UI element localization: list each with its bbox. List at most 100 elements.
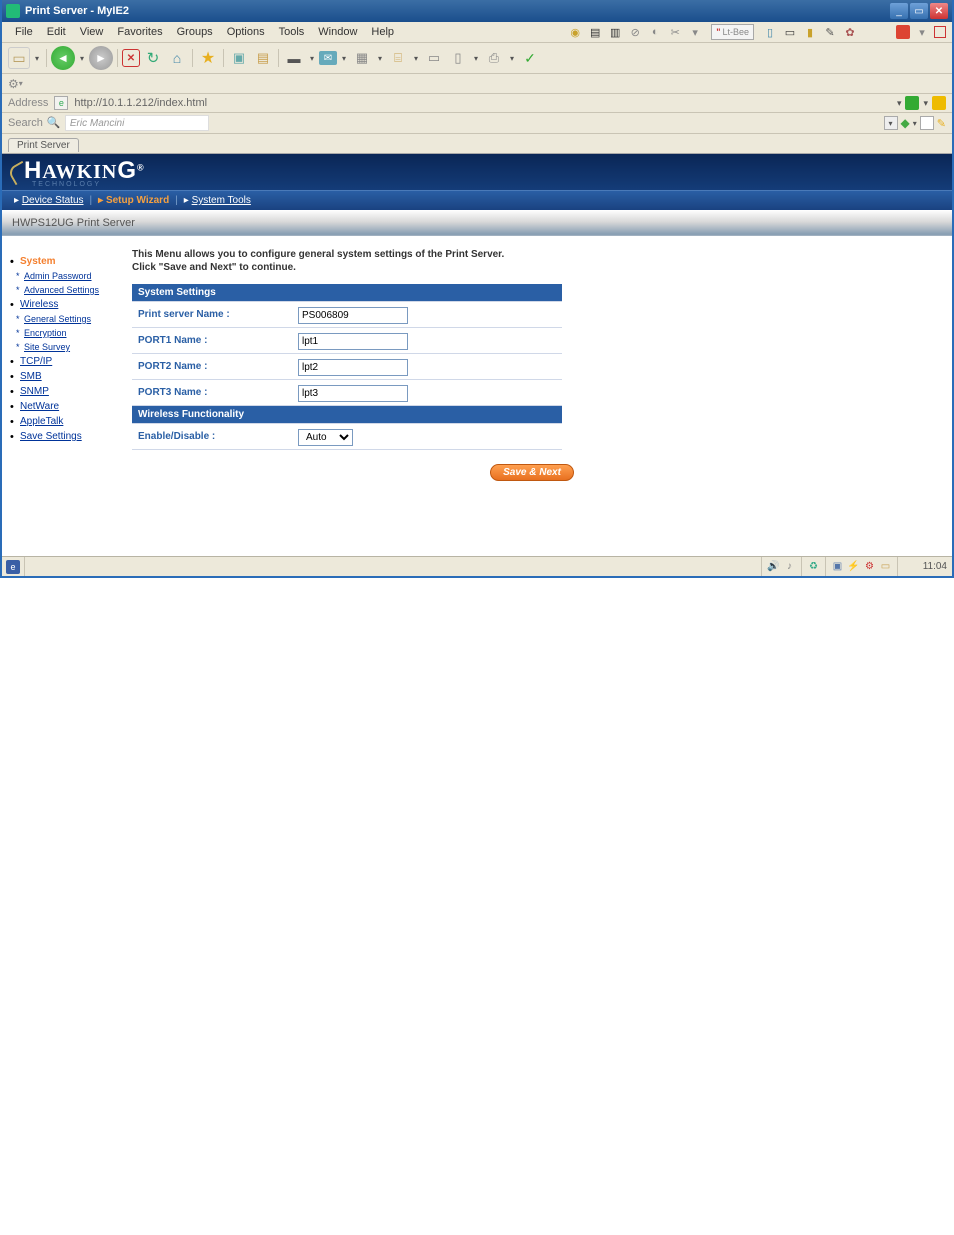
sb-gear-icon[interactable]: ⚙ — [863, 560, 876, 573]
calc-dropdown[interactable]: ▾ — [375, 47, 385, 69]
print-button[interactable]: ⎙ — [483, 47, 505, 69]
sb-plug-icon[interactable]: ⚡ — [847, 560, 860, 573]
mail-button[interactable]: ✉ — [319, 51, 337, 65]
sidebar-encryption[interactable]: Encryption — [24, 328, 126, 338]
new-tab-button[interactable]: ▭ — [8, 47, 30, 69]
scissors-icon[interactable]: ✂ — [667, 24, 683, 40]
print-server-name-input[interactable] — [298, 307, 408, 324]
nav-setup-wizard[interactable]: ▸ Setup Wizard — [98, 195, 169, 206]
wireless-enable-select[interactable]: Auto — [298, 429, 353, 446]
sb-speaker-icon[interactable]: 🔊 — [767, 560, 780, 573]
wand-icon[interactable]: ✎ — [822, 24, 838, 40]
save-next-button[interactable]: Save & Next — [490, 464, 574, 481]
gear-dropdown[interactable]: ▾ — [19, 79, 23, 88]
menu-favorites[interactable]: Favorites — [110, 24, 169, 40]
port3-name-input[interactable] — [298, 385, 408, 402]
disable-icon[interactable]: ⊘ — [627, 24, 643, 40]
sidebar-save-settings[interactable]: Save Settings — [20, 431, 126, 442]
row-port2-name: PORT2 Name : — [132, 354, 562, 380]
nav-system-tools[interactable]: ▸ System Tools — [184, 195, 251, 206]
sidebar-smb[interactable]: SMB — [20, 371, 126, 382]
note-icon[interactable]: ▮ — [802, 24, 818, 40]
red-square-icon[interactable] — [896, 25, 910, 39]
sidebar-netware[interactable]: NetWare — [20, 401, 126, 412]
menu-options[interactable]: Options — [220, 24, 272, 40]
menu-view[interactable]: View — [73, 24, 111, 40]
refresh-button[interactable]: ↻ — [142, 47, 164, 69]
doc2-icon[interactable]: ▥ — [607, 24, 623, 40]
maximize-button[interactable]: ▭ — [910, 3, 928, 19]
sidebar-wireless[interactable]: Wireless — [20, 299, 126, 310]
dropdown-icon[interactable]: ▾ — [687, 24, 703, 40]
browser-tab[interactable]: Print Server — [8, 138, 79, 152]
print-dropdown[interactable]: ▾ — [507, 47, 517, 69]
favorites-button[interactable]: ★ — [197, 47, 219, 69]
menu-help[interactable]: Help — [364, 24, 401, 40]
search-input[interactable] — [65, 115, 209, 131]
sb-image-icon[interactable]: ▣ — [831, 560, 844, 573]
lock-dropdown[interactable]: ▾ — [411, 47, 421, 69]
go-dropdown[interactable]: ▾ — [923, 98, 928, 109]
gear-icon[interactable]: ⚙ — [8, 77, 19, 91]
menu-edit[interactable]: Edit — [40, 24, 73, 40]
calc-button[interactable]: ▦ — [351, 47, 373, 69]
go-button[interactable] — [905, 96, 919, 110]
exit-button[interactable]: ▯ — [447, 47, 469, 69]
sidebar-tcpip[interactable]: TCP/IP — [20, 356, 126, 367]
panel-icon[interactable]: ▯ — [762, 24, 778, 40]
mic-icon[interactable]: ◐ — [647, 24, 663, 40]
nav-device-status[interactable]: ▸ Device Status — [14, 195, 84, 206]
red-stop-icon[interactable] — [934, 26, 946, 38]
address-input[interactable]: http://10.1.1.212/index.html — [74, 97, 891, 109]
status-left-icon[interactable]: e — [6, 560, 20, 574]
sb-recycle-icon[interactable]: ♻ — [807, 560, 820, 573]
address-dropdown[interactable]: ▾ — [897, 98, 902, 109]
minimize-button[interactable]: _ — [890, 3, 908, 19]
sidebar-appletalk[interactable]: AppleTalk — [20, 416, 126, 427]
flower-icon[interactable]: ✿ — [842, 24, 858, 40]
menu-window[interactable]: Window — [311, 24, 364, 40]
port2-name-input[interactable] — [298, 359, 408, 376]
forward-button[interactable]: ► — [89, 46, 113, 70]
menu-file[interactable]: File — [8, 24, 40, 40]
menu-bar: File Edit View Favorites Groups Options … — [2, 22, 952, 43]
screen-button[interactable]: ▬ — [283, 47, 305, 69]
norton-button[interactable] — [932, 96, 946, 110]
coins-icon[interactable]: ◉ — [567, 24, 583, 40]
sidebar-general-settings[interactable]: General Settings — [24, 314, 126, 324]
sb-folder-icon[interactable]: ▭ — [879, 560, 892, 573]
windows-icon[interactable]: ▭ — [782, 24, 798, 40]
sidebar-site-survey[interactable]: Site Survey — [24, 342, 126, 352]
stop-button[interactable]: ✕ — [122, 49, 140, 67]
back-dropdown[interactable]: ▾ — [77, 47, 87, 69]
screen-dropdown[interactable]: ▾ — [307, 47, 317, 69]
search-dropdown[interactable]: ▾ — [884, 116, 898, 130]
exit-dropdown[interactable]: ▾ — [471, 47, 481, 69]
check-button[interactable]: ✓ — [519, 47, 541, 69]
sidebar-advanced-settings[interactable]: Advanced Settings — [24, 285, 126, 295]
sidebar-system[interactable]: System — [20, 256, 126, 267]
back-button[interactable]: ◄ — [51, 46, 75, 70]
mail-dropdown[interactable]: ▾ — [339, 47, 349, 69]
close-button[interactable]: ✕ — [930, 3, 948, 19]
sb-music-icon[interactable]: ♪ — [783, 560, 796, 573]
lock-button[interactable]: ⌸ — [387, 47, 409, 69]
rte-box[interactable]: "Lt-Bee — [711, 24, 754, 40]
highlight-icon[interactable]: ✎ — [937, 117, 946, 130]
sidebar-admin-password[interactable]: Admin Password — [24, 271, 126, 281]
page-button[interactable]: ▤ — [252, 47, 274, 69]
menu-tools[interactable]: Tools — [272, 24, 312, 40]
port1-name-input[interactable] — [298, 333, 408, 350]
new-tab-dropdown[interactable]: ▾ — [32, 47, 42, 69]
shield-icon[interactable]: ◆ — [901, 116, 910, 130]
shield-dropdown[interactable]: ▾ — [913, 119, 917, 128]
red-dropdown-icon[interactable]: ▾ — [914, 24, 930, 40]
menu-groups[interactable]: Groups — [170, 24, 220, 40]
folder-button[interactable]: ▣ — [228, 47, 250, 69]
popup-icon[interactable] — [920, 116, 934, 130]
box-button[interactable]: ▭ — [423, 47, 445, 69]
doc-icon[interactable]: ▤ — [587, 24, 603, 40]
home-button[interactable]: ⌂ — [166, 47, 188, 69]
sidebar-snmp[interactable]: SNMP — [20, 386, 126, 397]
row-print-server-name: Print server Name : — [132, 302, 562, 328]
